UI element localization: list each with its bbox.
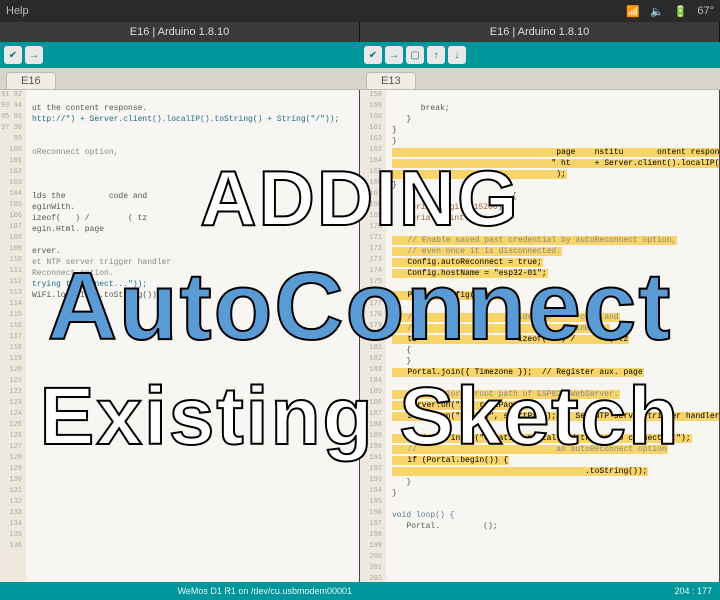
highlighted-line: Config.autoReconnect = true; <box>392 258 543 267</box>
highlighted-line: Config.hostName = "esp32-01"; <box>392 269 548 278</box>
upload-button[interactable]: → <box>385 46 403 64</box>
verify-button[interactable]: ✔ <box>364 46 382 64</box>
tab-right-sketch[interactable]: E13 <box>366 72 416 89</box>
highlighted-line: Portal.join({ Timezone }); // Register a… <box>392 368 644 377</box>
line-gutter: 158 159 160 161 162 163 164 165 166 167 … <box>360 90 386 590</box>
status-right: 204 : 177 <box>360 582 720 600</box>
highlighted-line: page nstitu ontent response. <box>392 148 720 157</box>
editors: 91 92 93 94 95 96 97 98 99 100 101 102 1… <box>0 90 720 590</box>
highlighted-line: Serial.println("Creating portal and tryi… <box>392 434 692 443</box>
temperature-readout: 67° <box>697 5 714 17</box>
status-bar: WeMos D1 R1 on /dev/cu.usbmodem00001 204… <box>0 582 720 600</box>
tab-left-sketch[interactable]: E16 <box>6 72 56 89</box>
highlighted-line: ); <box>392 170 567 179</box>
highlighted-line: // eginWith. <box>392 324 610 333</box>
code-editor-right[interactable]: 158 159 160 161 162 163 164 165 166 167 … <box>360 90 720 590</box>
highlighted-line: tz izeof( ) / ( tz <box>392 335 629 344</box>
new-button[interactable]: ▢ <box>406 46 424 64</box>
window-title-right: E16 | Arduino 1.8.10 <box>360 22 720 42</box>
battery-icon[interactable]: 🔋 <box>674 5 688 18</box>
verify-button[interactable]: ✔ <box>4 46 22 64</box>
status-left: WeMos D1 R1 on /dev/cu.usbmodem00001 <box>0 582 360 600</box>
code-content: break; } } } page nstitu ontent response… <box>360 90 719 543</box>
wifi-icon[interactable]: 📶 <box>626 5 640 18</box>
upload-button[interactable]: → <box>25 46 43 64</box>
code-content: ut the content response. http://") + Ser… <box>0 90 359 312</box>
highlighted-line: Server.on("/", rootPage); <box>392 401 528 410</box>
highlighted-line: // lds the code and <box>392 313 620 322</box>
arduino-toolbar: ✔ → ✔ → ▢ ↑ ↓ <box>0 42 720 68</box>
line-gutter: 91 92 93 94 95 96 97 98 99 100 101 102 1… <box>0 90 26 590</box>
code-editor-left[interactable]: 91 92 93 94 95 96 97 98 99 100 101 102 1… <box>0 90 360 590</box>
highlighted-line: // even once it is disconnected. <box>392 247 562 256</box>
highlighted-line: // Behavior a root path of ESP8266WebSer… <box>392 390 620 399</box>
sound-icon[interactable]: 🔈 <box>650 5 664 18</box>
open-button[interactable]: ↑ <box>427 46 445 64</box>
highlighted-line: if (Portal.begin()) { <box>392 456 509 465</box>
highlighted-line: " ht + Server.client().localIP().toStrin… <box>392 159 720 168</box>
save-button[interactable]: ↓ <box>448 46 466 64</box>
highlighted-line: // an autoReconnect option <box>392 445 668 454</box>
highlighted-line: Portal.config(Config); <box>392 291 514 300</box>
highlighted-line: .toString()); <box>392 467 648 476</box>
window-titles: E16 | Arduino 1.8.10 E16 | Arduino 1.8.1… <box>0 22 720 42</box>
highlighted-line: Server.on("/start", startPage); // Set N… <box>392 412 720 421</box>
sketch-tabs: E16 E13 <box>0 68 720 90</box>
window-title-left: E16 | Arduino 1.8.10 <box>0 22 360 42</box>
os-topbar: Help 📶 🔈 🔋 67° <box>0 0 720 22</box>
highlighted-line: // Enable saved past credential by autoR… <box>392 236 677 245</box>
menu-help[interactable]: Help <box>6 5 29 17</box>
